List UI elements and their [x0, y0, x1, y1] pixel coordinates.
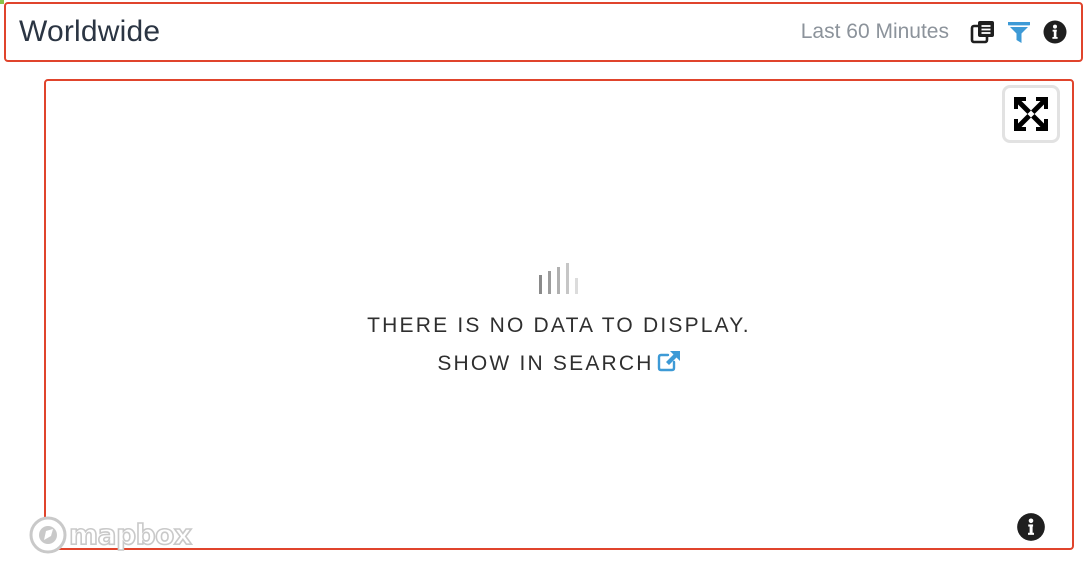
expand-icon	[1014, 97, 1048, 131]
no-data-message: THERE IS NO DATA TO DISPLAY.	[367, 314, 751, 337]
widget-title: Worldwide	[19, 15, 161, 48]
widget-header: Worldwide Last 60 Minutes	[4, 2, 1083, 62]
expand-button[interactable]	[1002, 85, 1060, 143]
empty-state: THERE IS NO DATA TO DISPLAY. SHOW IN SEA…	[46, 263, 1072, 376]
filter-icon[interactable]	[1005, 18, 1033, 46]
mapbox-logo[interactable]: mapbox	[29, 516, 193, 554]
header-controls: Last 60 Minutes	[801, 18, 1069, 46]
show-in-search-label[interactable]: SHOW IN SEARCH	[437, 352, 653, 376]
copy-icon[interactable]	[969, 18, 997, 46]
info-icon[interactable]	[1041, 18, 1069, 46]
show-in-search-link[interactable]: SHOW IN SEARCH	[437, 350, 681, 376]
mapbox-wordmark: mapbox	[68, 518, 193, 551]
timeframe-label[interactable]: Last 60 Minutes	[801, 20, 949, 44]
mapbox-mark-icon	[29, 516, 67, 554]
map-panel[interactable]: THERE IS NO DATA TO DISPLAY. SHOW IN SEA…	[44, 79, 1074, 550]
map-info-icon[interactable]	[1016, 512, 1046, 542]
external-link-icon[interactable]	[657, 350, 681, 372]
bar-chart-icon	[536, 263, 582, 294]
